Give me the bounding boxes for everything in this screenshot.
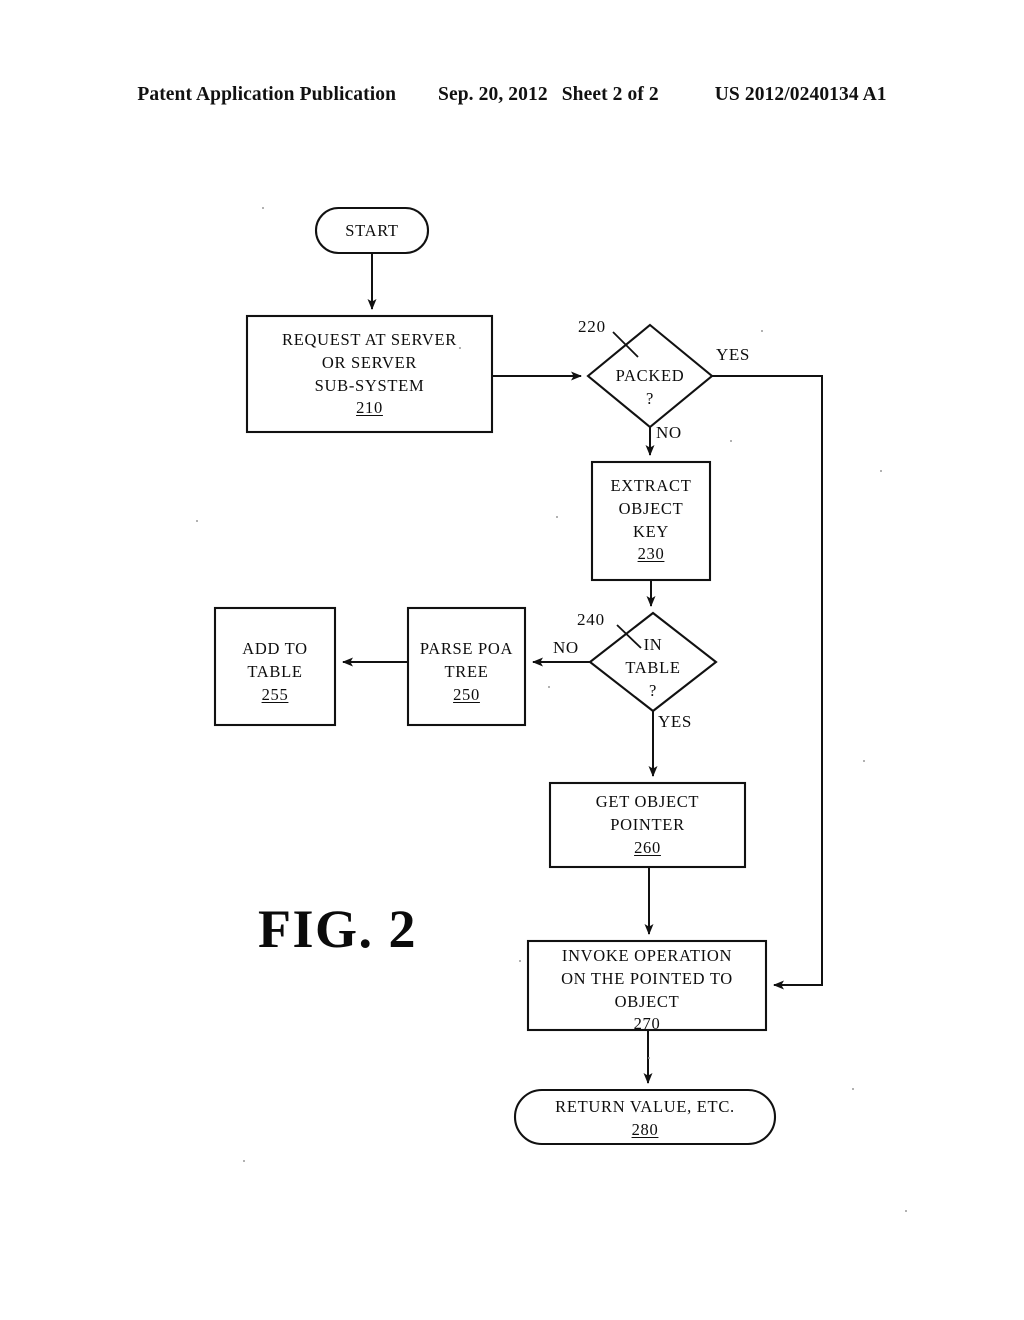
parse-node-shape xyxy=(406,606,527,727)
in-table-node-ref-callout: 240 xyxy=(577,610,605,629)
scan-speck xyxy=(905,1210,907,1212)
figure-caption: FIG. 2 xyxy=(258,899,418,959)
scan-speck xyxy=(243,1160,245,1162)
request-node-shape xyxy=(245,314,494,434)
scan-speck xyxy=(556,516,558,518)
edge-label-in-table-no: NO xyxy=(553,638,579,657)
scan-speck xyxy=(761,330,763,332)
scan-speck xyxy=(459,347,461,349)
extract-node-shape xyxy=(590,460,712,582)
return-node-shape xyxy=(513,1088,777,1146)
scan-speck xyxy=(519,960,521,962)
edge-label-packed-no: NO xyxy=(656,423,682,442)
flowchart-drawing xyxy=(213,206,823,1146)
edge-packed-yes-to-invoke xyxy=(712,375,823,990)
in-table-node-shape xyxy=(588,611,718,713)
get-pointer-node-shape xyxy=(548,781,747,869)
scan-speck xyxy=(852,1088,854,1090)
scan-speck xyxy=(648,1057,650,1059)
packed-node-ref-callout: 220 xyxy=(578,317,606,336)
scan-speck xyxy=(730,440,732,442)
scan-speck xyxy=(196,520,198,522)
add-table-node-shape xyxy=(213,606,337,727)
scan-speck xyxy=(880,470,882,472)
scan-speck xyxy=(262,207,264,209)
scan-speck xyxy=(863,760,865,762)
start-node-shape xyxy=(314,206,430,255)
scan-speck xyxy=(548,686,550,688)
edge-label-packed-yes: YES xyxy=(716,345,750,364)
edge-label-in-table-yes: YES xyxy=(658,712,692,731)
flowchart-figure: START REQUEST AT SERVER OR SERVER SUB-SY… xyxy=(0,0,1024,1320)
in-table-callout-leader xyxy=(616,624,642,649)
packed-node-shape xyxy=(586,323,714,429)
invoke-node-shape xyxy=(526,939,768,1032)
